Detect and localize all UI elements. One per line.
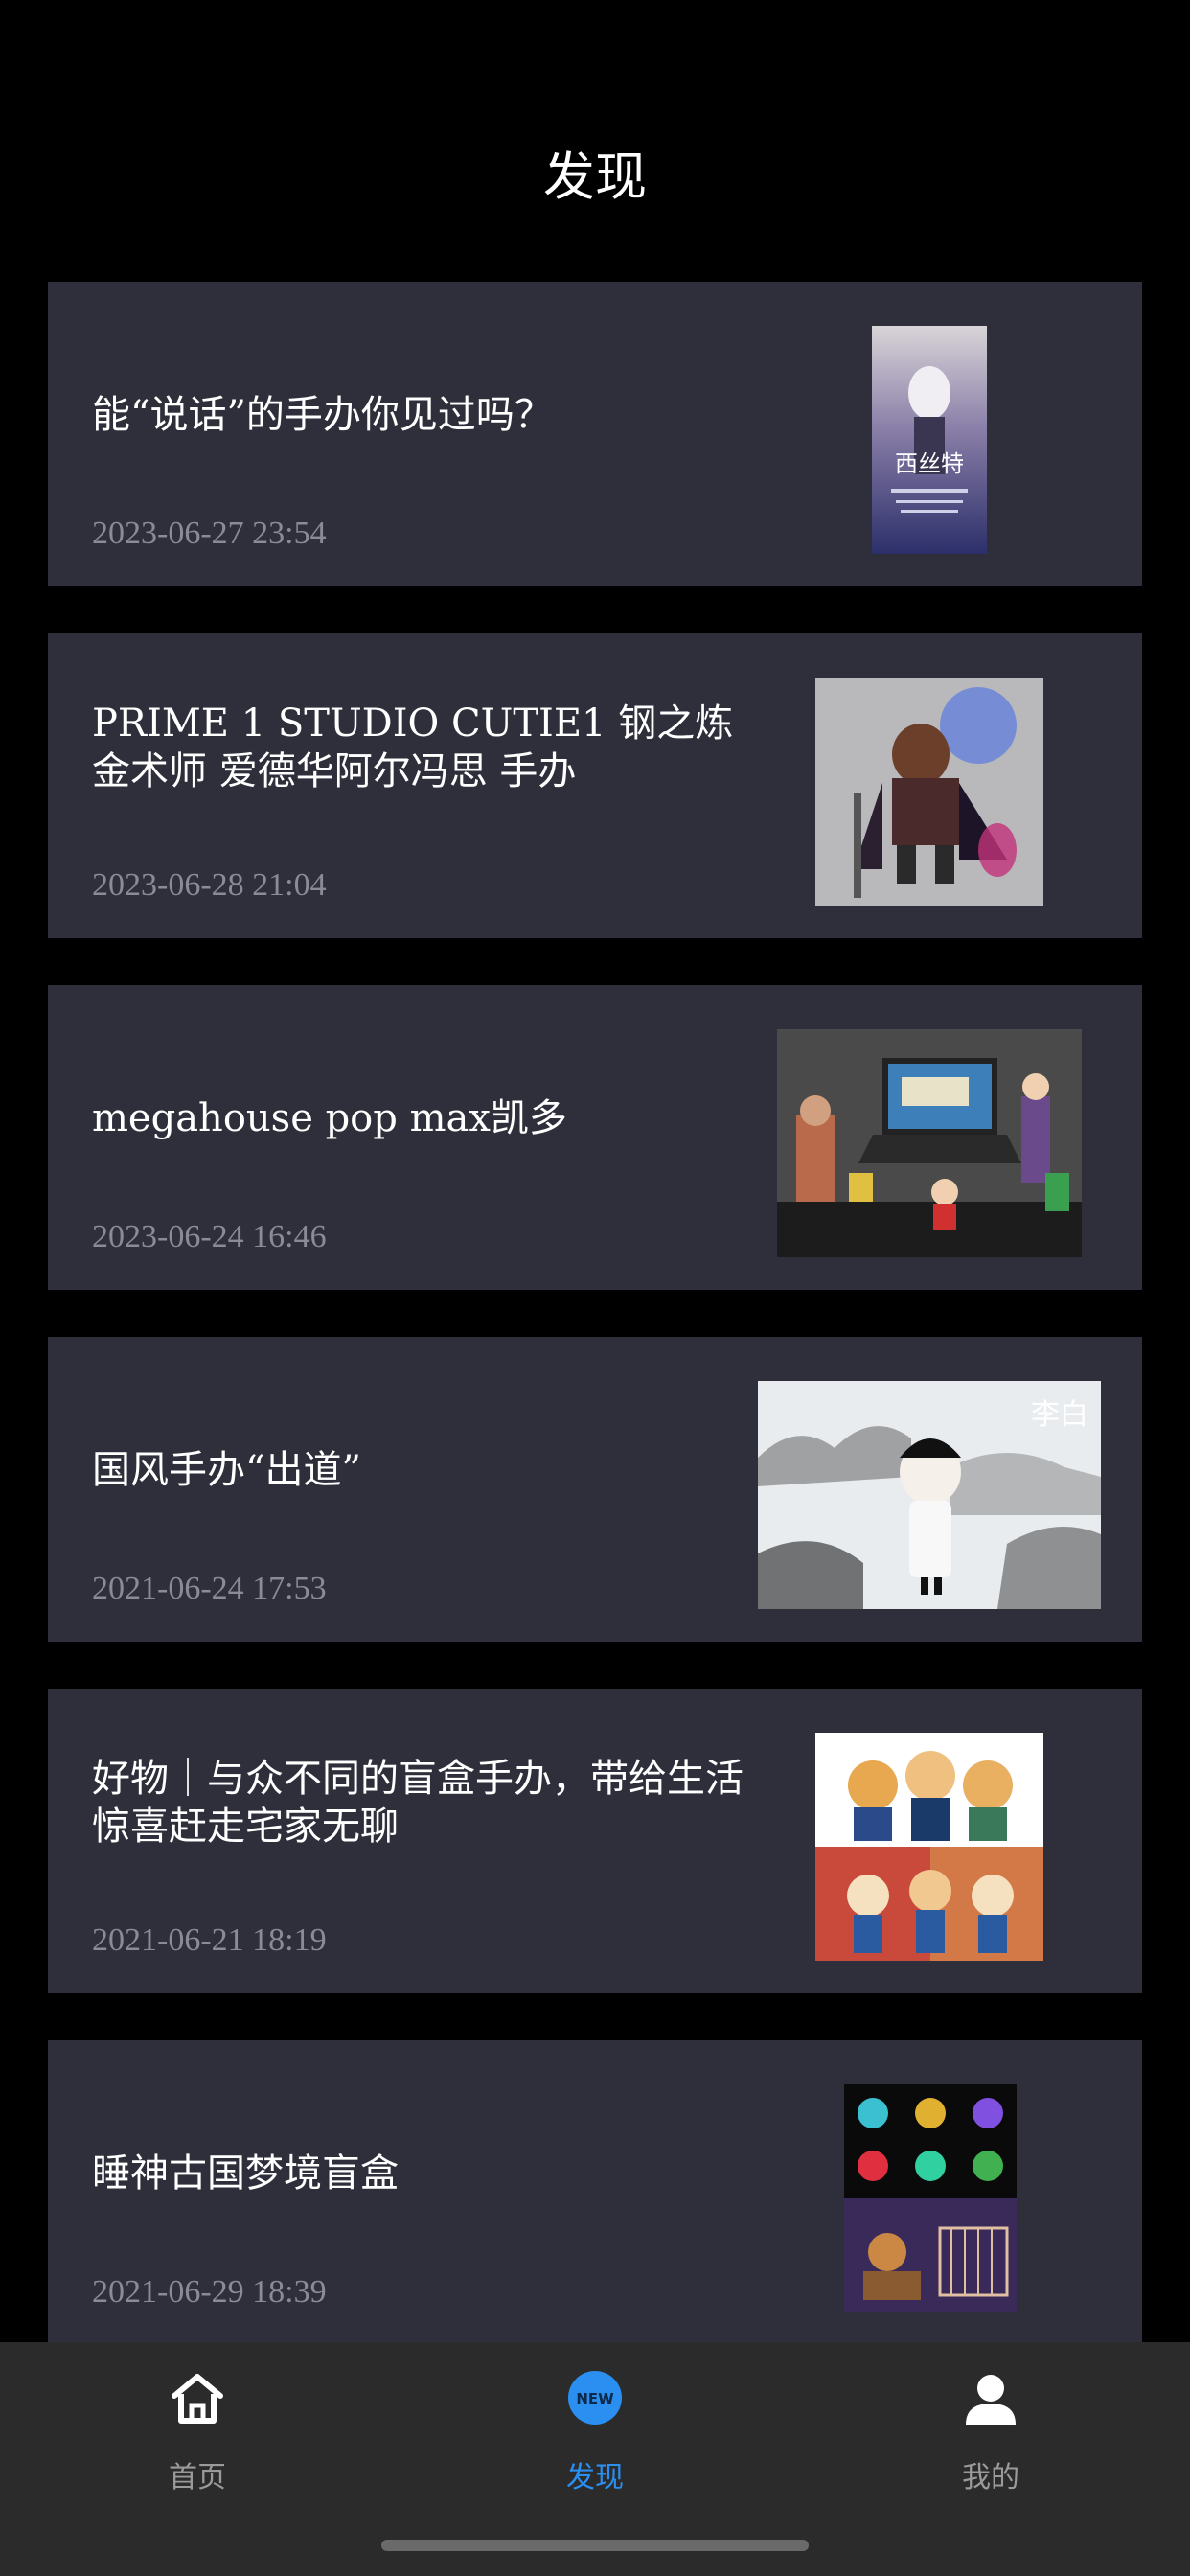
svg-text:西丝特: 西丝特 — [895, 450, 964, 477]
svg-text:NEW: NEW — [576, 2390, 614, 2407]
home-indicator[interactable] — [381, 2540, 809, 2551]
figure-poster-image: 西丝特 — [872, 326, 987, 554]
article-card[interactable]: PRIME 1 STUDIO CUTIE1 钢之炼金术师 爱德华阿尔冯思 手办 … — [48, 633, 1142, 938]
article-date: 2023-06-27 23:54 — [92, 516, 327, 551]
article-title: PRIME 1 STUDIO CUTIE1 钢之炼金术师 爱德华阿尔冯思 手办 — [92, 702, 734, 794]
article-card[interactable]: 好物｜与众不同的盲盒手办，带给生活惊喜赶走宅家无聊 2021-06-21 18:… — [48, 1689, 1142, 1993]
tab-mine[interactable]: 我的 — [895, 2361, 1087, 2496]
svg-text:李白: 李白 — [1031, 1398, 1088, 1432]
new-badge-icon: NEW — [568, 2371, 622, 2425]
tab-home-label: 首页 — [169, 2461, 226, 2495]
figure-statue-image — [815, 678, 1043, 906]
article-title: 好物｜与众不同的盲盒手办，带给生活惊喜赶走宅家无聊 — [92, 1757, 744, 1849]
article-card[interactable]: 能“说话”的手办你见过吗？ 2023-06-27 23:54 西丝特 — [48, 282, 1142, 586]
article-title: megahouse pop max凯多 — [92, 1096, 567, 1140]
article-card[interactable]: 睡神古国梦境盲盒 2021-06-29 18:39 — [48, 2040, 1142, 2345]
user-icon — [966, 2375, 1016, 2425]
article-title: 国风手办“出道” — [92, 1448, 361, 1492]
article-date: 2021-06-29 18:39 — [92, 2274, 327, 2310]
home-icon — [172, 2374, 223, 2424]
article-date: 2021-06-21 18:19 — [92, 1922, 327, 1958]
crystal-lamps-image — [844, 2084, 1017, 2312]
tab-mine-label: 我的 — [962, 2461, 1019, 2495]
ink-painting-figure-image: 李白 — [758, 1381, 1101, 1609]
article-date: 2021-06-24 17:53 — [92, 1571, 327, 1606]
tab-discover-label: 发现 — [566, 2461, 624, 2495]
article-card[interactable]: megahouse pop max凯多 2023-06-24 16:46 — [48, 985, 1142, 1290]
article-title: 睡神古国梦境盲盒 — [92, 2151, 399, 2196]
article-card[interactable]: 国风手办“出道” 2021-06-24 17:53 李白 — [48, 1337, 1142, 1642]
article-date: 2023-06-24 16:46 — [92, 1219, 327, 1254]
article-date: 2023-06-28 21:04 — [92, 867, 327, 903]
desk-figures-image — [777, 1029, 1082, 1257]
page-title: 发现 — [543, 147, 647, 207]
tab-discover[interactable]: NEW 发现 — [499, 2361, 691, 2496]
cat-figures-image — [815, 1733, 1043, 1961]
article-title: 能“说话”的手办你见过吗？ — [92, 393, 553, 437]
tab-home[interactable]: 首页 — [102, 2361, 293, 2496]
